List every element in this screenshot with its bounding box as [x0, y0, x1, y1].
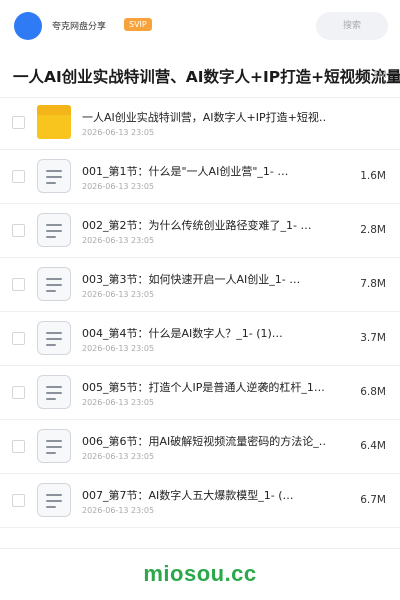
file-name: 005_第5节：打造个人IP是普通人逆袭的杠杆_1…	[82, 381, 325, 394]
file-list: 一人AI创业实战特训营，AI数字人+IP打造+短视… 2026-06-13 23:…	[0, 96, 400, 528]
folder-size: 3M	[372, 70, 387, 81]
page-title: 一人AI创业实战特训营、AI数字人+IP打造+短视频流量	[13, 68, 400, 86]
file-date: 2026-06-13 23:05	[82, 182, 155, 191]
file-name: 003_第3节：如何快速开启一人AI创业_1- …	[82, 273, 301, 286]
file-row[interactable]: 007_第7节：AI数字人五大爆款模型_1- (… 2026-06-13 23:0…	[0, 474, 400, 528]
file-row[interactable]: 004_第4节：什么是AI数字人？_1- (1)… 2026-06-13 23:0…	[0, 312, 400, 366]
folder-icon	[37, 105, 71, 139]
file-checkbox[interactable]	[12, 170, 25, 183]
file-name: 007_第7节：AI数字人五大爆款模型_1- (…	[82, 489, 294, 502]
footer: miosou.cc	[0, 548, 400, 600]
file-checkbox[interactable]	[12, 386, 25, 399]
share-username: 夸克网盘分享	[52, 22, 107, 32]
document-icon	[37, 213, 71, 247]
file-checkbox[interactable]	[12, 278, 25, 291]
file-date: 2026-06-13 23:05	[82, 506, 155, 515]
file-checkbox[interactable]	[12, 494, 25, 507]
file-checkbox[interactable]	[12, 116, 25, 129]
file-size: 1.6M	[360, 170, 386, 182]
folder-title-row: 一人AI创业实战特训营、AI数字人+IP打造+短视频流量 3M	[0, 54, 400, 98]
file-size: 6.4M	[360, 440, 386, 452]
file-row[interactable]: 006_第6节：用AI破解短视频流量密码的方法论_… 2026-06-13 23:…	[0, 420, 400, 474]
document-icon	[37, 267, 71, 301]
file-name: 一人AI创业实战特训营，AI数字人+IP打造+短视…	[82, 111, 327, 124]
document-icon	[37, 159, 71, 193]
file-name: 004_第4节：什么是AI数字人？_1- (1)…	[82, 327, 283, 340]
watermark: miosou.cc	[143, 561, 257, 586]
file-date: 2026-06-13 23:05	[82, 128, 155, 137]
file-size: 3.7M	[360, 332, 386, 344]
file-date: 2026-06-13 23:05	[82, 344, 155, 353]
file-name: 001_第1节：什么是"一人AI创业营"_1- …	[82, 165, 289, 178]
file-row[interactable]: 001_第1节：什么是"一人AI创业营"_1- … 2026-06-13 23:0…	[0, 150, 400, 204]
file-row[interactable]: 002_第2节：为什么传统创业路径变难了_1- … 2026-06-13 23:0…	[0, 204, 400, 258]
file-checkbox[interactable]	[12, 332, 25, 345]
document-icon	[37, 321, 71, 355]
file-name: 002_第2节：为什么传统创业路径变难了_1- …	[82, 219, 312, 232]
file-size: 7.8M	[360, 278, 386, 290]
document-icon	[37, 483, 71, 517]
top-bar: 夸克网盘分享 SVIP 搜索	[0, 0, 400, 52]
file-date: 2026-06-13 23:05	[82, 398, 155, 407]
search-input[interactable]: 搜索	[316, 12, 388, 40]
file-row[interactable]: 005_第5节：打造个人IP是普通人逆袭的杠杆_1… 2026-06-13 23:…	[0, 366, 400, 420]
file-name: 006_第6节：用AI破解短视频流量密码的方法论_…	[82, 435, 327, 448]
document-icon	[37, 375, 71, 409]
svip-badge: SVIP	[124, 18, 152, 31]
file-size: 6.8M	[360, 386, 386, 398]
file-date: 2026-06-13 23:05	[82, 452, 155, 461]
file-checkbox[interactable]	[12, 224, 25, 237]
document-icon	[37, 429, 71, 463]
file-size: 6.7M	[360, 494, 386, 506]
file-row[interactable]: 一人AI创业实战特训营，AI数字人+IP打造+短视… 2026-06-13 23:…	[0, 96, 400, 150]
file-size: 2.8M	[360, 224, 386, 236]
file-row[interactable]: 003_第3节：如何快速开启一人AI创业_1- … 2026-06-13 23:0…	[0, 258, 400, 312]
file-checkbox[interactable]	[12, 440, 25, 453]
file-date: 2026-06-13 23:05	[82, 236, 155, 245]
file-date: 2026-06-13 23:05	[82, 290, 155, 299]
avatar[interactable]	[14, 12, 42, 40]
